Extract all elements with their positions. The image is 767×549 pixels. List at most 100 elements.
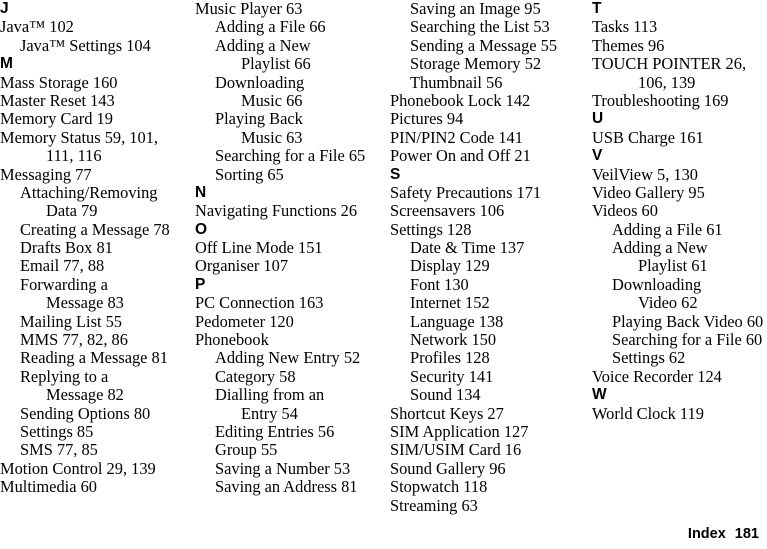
index-entry[interactable]: Phonebook bbox=[195, 330, 385, 349]
index-entry[interactable]: PC Connection 163 bbox=[195, 293, 385, 312]
index-entry[interactable]: Category 58 bbox=[195, 367, 385, 386]
index-entry[interactable]: Screensavers 106 bbox=[390, 201, 585, 220]
index-entry[interactable]: Memory Card 19 bbox=[0, 109, 190, 128]
index-entry[interactable]: Power On and Off 21 bbox=[390, 146, 585, 165]
index-entry[interactable]: Entry 54 bbox=[195, 404, 385, 423]
index-entry[interactable]: Sending a Message 55 bbox=[390, 36, 585, 55]
index-entry[interactable]: Settings 62 bbox=[592, 349, 767, 368]
index-entry[interactable]: Group 55 bbox=[195, 440, 385, 459]
index-entry[interactable]: Sending Options 80 bbox=[0, 404, 190, 423]
index-entry[interactable]: Email 77, 88 bbox=[0, 257, 190, 276]
index-entry[interactable]: Mass Storage 160 bbox=[0, 73, 190, 92]
index-entry[interactable]: Searching for a File 60 bbox=[592, 330, 767, 349]
index-entry[interactable]: Adding a File 66 bbox=[195, 17, 385, 36]
index-entry[interactable]: SMS 77, 85 bbox=[0, 440, 190, 459]
index-entry[interactable]: Motion Control 29, 139 bbox=[0, 459, 190, 478]
index-entry[interactable]: Security 141 bbox=[390, 367, 585, 386]
index-letter-heading: W bbox=[592, 386, 607, 404]
index-entry[interactable]: Memory Status 59, 101, bbox=[0, 128, 190, 147]
index-entry[interactable]: Sound Gallery 96 bbox=[390, 459, 585, 478]
index-entry[interactable]: MMS 77, 82, 86 bbox=[0, 330, 190, 349]
index-entry[interactable]: Messaging 77 bbox=[0, 165, 190, 184]
index-entry[interactable]: Music 66 bbox=[195, 91, 385, 110]
index-entry[interactable]: Thumbnail 56 bbox=[390, 73, 585, 92]
index-letter-heading: T bbox=[592, 0, 602, 17]
index-entry[interactable]: Playing Back bbox=[195, 109, 385, 128]
index-entry[interactable]: Language 138 bbox=[390, 312, 585, 331]
index-entry[interactable]: Data 79 bbox=[0, 201, 190, 220]
index-entry[interactable]: World Clock 119 bbox=[592, 404, 767, 423]
index-entry[interactable]: Java™ Settings 104 bbox=[0, 36, 190, 55]
index-entry[interactable]: Java™ 102 bbox=[0, 17, 190, 36]
index-entry[interactable]: Drafts Box 81 bbox=[0, 238, 190, 257]
index-entry[interactable]: Replying to a bbox=[0, 367, 190, 386]
index-entry[interactable]: Master Reset 143 bbox=[0, 91, 190, 110]
index-entry[interactable]: Safety Precautions 171 bbox=[390, 183, 585, 202]
index-entry[interactable]: Music 63 bbox=[195, 128, 385, 147]
index-entry[interactable]: Settings 128 bbox=[390, 220, 585, 239]
index-entry[interactable]: Date & Time 137 bbox=[390, 238, 585, 257]
index-entry[interactable]: Tasks 113 bbox=[592, 17, 767, 36]
index-entry[interactable]: Downloading bbox=[592, 275, 767, 294]
index-entry[interactable]: Attaching/Removing bbox=[0, 183, 190, 202]
index-entry[interactable]: VeilView 5, 130 bbox=[592, 165, 767, 184]
footer-page-number: 181 bbox=[734, 526, 759, 542]
index-entry[interactable]: Pedometer 120 bbox=[195, 312, 385, 331]
index-entry[interactable]: Searching for a File 65 bbox=[195, 146, 385, 165]
index-entry[interactable]: Voice Recorder 124 bbox=[592, 367, 767, 386]
index-entry[interactable]: Saving an Address 81 bbox=[195, 477, 385, 496]
index-entry[interactable]: TOUCH POINTER 26, bbox=[592, 54, 767, 73]
index-entry[interactable]: Display 129 bbox=[390, 257, 585, 276]
index-entry[interactable]: Searching the List 53 bbox=[390, 17, 585, 36]
index-entry[interactable]: Message 83 bbox=[0, 293, 190, 312]
index-entry[interactable]: Sound 134 bbox=[390, 385, 585, 404]
index-entry[interactable]: Saving a Number 53 bbox=[195, 459, 385, 478]
index-entry[interactable]: Adding a New bbox=[592, 238, 767, 257]
index-entry[interactable]: Forwarding a bbox=[0, 275, 190, 294]
index-entry[interactable]: 106, 139 bbox=[592, 73, 767, 92]
index-entry[interactable]: Settings 85 bbox=[0, 422, 190, 441]
index-entry[interactable]: Dialling from an bbox=[195, 385, 385, 404]
index-entry[interactable]: Troubleshooting 169 bbox=[592, 91, 767, 110]
index-entry[interactable]: Mailing List 55 bbox=[0, 312, 190, 331]
index-entry[interactable]: Message 82 bbox=[0, 385, 190, 404]
index-entry[interactable]: Playing Back Video 60 bbox=[592, 312, 767, 331]
index-entry[interactable]: Phonebook Lock 142 bbox=[390, 91, 585, 110]
index-letter-heading: N bbox=[195, 183, 207, 201]
index-entry[interactable]: Sorting 65 bbox=[195, 165, 385, 184]
index-entry[interactable]: Downloading bbox=[195, 73, 385, 92]
index-entry[interactable]: Playlist 61 bbox=[592, 257, 767, 276]
index-entry[interactable]: Multimedia 60 bbox=[0, 477, 190, 496]
index-entry[interactable]: 111, 116 bbox=[0, 146, 190, 165]
index-entry[interactable]: Font 130 bbox=[390, 275, 585, 294]
index-entry[interactable]: Network 150 bbox=[390, 330, 585, 349]
index-entry[interactable]: Video 62 bbox=[592, 293, 767, 312]
index-entry[interactable]: Music Player 63 bbox=[195, 0, 385, 18]
index-entry[interactable]: Storage Memory 52 bbox=[390, 54, 585, 73]
index-entry[interactable]: Organiser 107 bbox=[195, 257, 385, 276]
index-entry[interactable]: PIN/PIN2 Code 141 bbox=[390, 128, 585, 147]
index-entry[interactable]: Adding a File 61 bbox=[592, 220, 767, 239]
index-entry[interactable]: Editing Entries 56 bbox=[195, 422, 385, 441]
index-entry[interactable]: Reading a Message 81 bbox=[0, 349, 190, 368]
index-entry[interactable]: USB Charge 161 bbox=[592, 128, 767, 147]
index-entry[interactable]: Playlist 66 bbox=[195, 54, 385, 73]
index-entry[interactable]: Internet 152 bbox=[390, 293, 585, 312]
index-entry[interactable]: Video Gallery 95 bbox=[592, 183, 767, 202]
index-entry[interactable]: Creating a Message 78 bbox=[0, 220, 190, 239]
index-entry[interactable]: SIM/USIM Card 16 bbox=[390, 440, 585, 459]
index-entry[interactable]: Navigating Functions 26 bbox=[195, 201, 385, 220]
index-entry[interactable]: Adding a New bbox=[195, 36, 385, 55]
index-columns: J Java™ 102 Java™ Settings 104 M Mass Storag… bbox=[0, 0, 767, 522]
index-entry[interactable]: Adding New Entry 52 bbox=[195, 349, 385, 368]
index-entry[interactable]: Themes 96 bbox=[592, 36, 767, 55]
index-entry[interactable]: SIM Application 127 bbox=[390, 422, 585, 441]
index-entry[interactable]: Videos 60 bbox=[592, 201, 767, 220]
index-entry[interactable]: Saving an Image 95 bbox=[390, 0, 585, 18]
index-entry[interactable]: Pictures 94 bbox=[390, 109, 585, 128]
index-entry[interactable]: Shortcut Keys 27 bbox=[390, 404, 585, 423]
index-entry[interactable]: Stopwatch 118 bbox=[390, 477, 585, 496]
index-entry[interactable]: Off Line Mode 151 bbox=[195, 238, 385, 257]
index-entry[interactable]: Profiles 128 bbox=[390, 349, 585, 368]
index-entry[interactable]: Streaming 63 bbox=[390, 496, 585, 515]
